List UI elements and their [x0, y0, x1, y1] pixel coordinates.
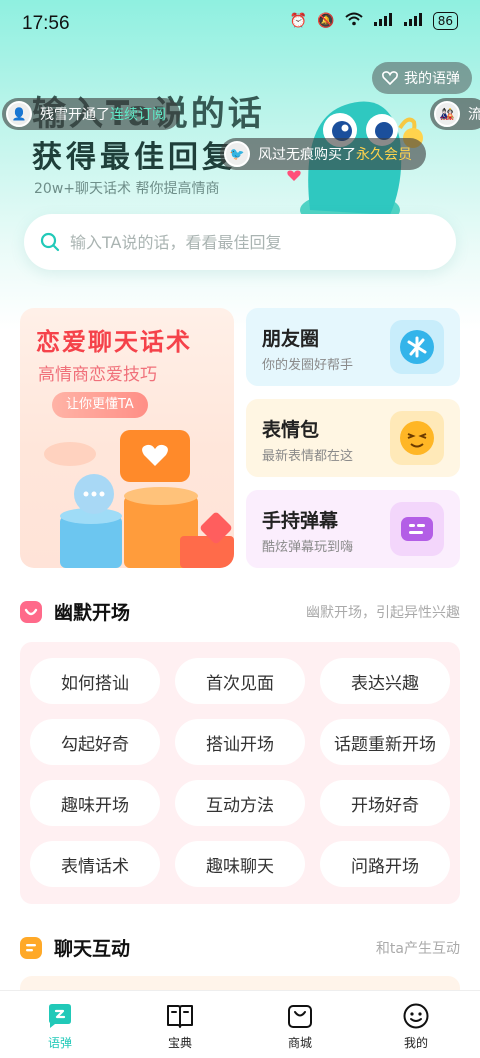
moments-subtitle: 你的发圈好帮手 — [262, 358, 354, 373]
section-title: 聊天互动 — [54, 938, 131, 960]
tag-button[interactable]: 开场好奇 — [320, 780, 450, 826]
love-chat-card[interactable]: 恋爱聊天话术 高情商恋爱技巧 让你更懂TA — [20, 308, 234, 568]
ticker-highlight: 连续订阅 — [110, 107, 166, 123]
bottom-nav: 语弹 宝典 商城 我的 — [0, 990, 480, 1058]
nav-label: 商城 — [287, 1036, 312, 1050]
tag-button[interactable]: 表情话术 — [30, 841, 160, 887]
smiley-face-icon — [403, 1003, 429, 1029]
status-icons: ⏰ 🔕 86 — [290, 12, 458, 30]
stickers-subtitle: 最新表情都在这 — [262, 449, 354, 464]
nav-label: 语弹 — [47, 1036, 72, 1050]
alarm-icon: ⏰ — [289, 13, 308, 29]
tag-button[interactable]: 首次见面 — [175, 658, 305, 704]
purchase-ticker: 👤 残雪开通了 连续订阅 — [2, 98, 180, 130]
tag-button[interactable]: 互动方法 — [175, 780, 305, 826]
stickers-title: 表情包 — [262, 419, 320, 441]
book-icon — [167, 1005, 193, 1028]
ticker-text: 残雪开通了 — [40, 107, 110, 123]
my-danmu-button[interactable]: 我的语弹 — [372, 62, 472, 94]
love-chat-pill: 让你更懂TA — [52, 392, 148, 418]
search-input[interactable] — [70, 232, 430, 252]
purchase-ticker: 🎎 流 — [430, 98, 480, 130]
chat-section-panel — [20, 976, 460, 990]
section-header-humor: 幽默开场 幽默开场，引起异性兴趣 — [20, 598, 460, 628]
nav-item-shop[interactable]: 商城 — [260, 1001, 340, 1051]
purchase-ticker: 🐦 风过无痕购买了 永久会员 — [220, 138, 426, 170]
tag-button[interactable]: 勾起好奇 — [30, 719, 160, 765]
user-avatar: 👤 — [6, 101, 32, 127]
tag-button[interactable]: 问路开场 — [320, 841, 450, 887]
section-desc: 和ta产生互动 — [375, 941, 460, 957]
heart-outline-icon — [382, 71, 398, 85]
handheld-danmu-subtitle: 酷炫弹幕玩到嗨 — [262, 540, 354, 555]
battery-indicator: 86 — [432, 12, 458, 30]
nav-label: 我的 — [403, 1036, 428, 1050]
moments-title: 朋友圈 — [262, 328, 320, 350]
shopping-bag-icon — [288, 1005, 312, 1028]
status-bar: 17:56 ⏰ 🔕 86 — [0, 0, 480, 48]
tag-button[interactable]: 表达兴趣 — [320, 658, 450, 704]
smile-section-icon — [20, 601, 42, 623]
nav-item-baodian[interactable]: 宝典 — [140, 1001, 220, 1051]
status-time: 17:56 — [22, 13, 70, 34]
search-icon — [40, 232, 60, 252]
user-avatar: 🎎 — [434, 101, 460, 127]
handheld-danmu-title: 手持弹幕 — [262, 510, 339, 532]
wifi-icon — [345, 12, 363, 30]
love-chat-title: 恋爱聊天话术 — [36, 328, 192, 356]
emoji-face-icon — [390, 411, 444, 465]
tag-button[interactable]: 趣味开场 — [30, 780, 160, 826]
chat-bubble-icon — [49, 1004, 71, 1028]
signal-icon-2 — [403, 12, 423, 30]
moments-card[interactable]: 朋友圈 你的发圈好帮手 — [246, 308, 460, 386]
my-danmu-label: 我的语弹 — [404, 71, 460, 87]
search-bar[interactable] — [24, 214, 456, 270]
moments-icon — [390, 320, 444, 374]
nav-label: 宝典 — [167, 1036, 192, 1050]
ticker-highlight: 永久会员 — [356, 147, 412, 163]
tag-button[interactable]: 搭讪开场 — [175, 719, 305, 765]
hero-headline-2: 获得最佳回复 — [32, 140, 236, 175]
chat-podium-illustration — [44, 430, 234, 568]
user-avatar: 🐦 — [224, 141, 250, 167]
section-desc: 幽默开场，引起异性兴趣 — [306, 605, 460, 621]
stickers-card[interactable]: 表情包 最新表情都在这 — [246, 399, 460, 477]
section-title: 幽默开场 — [54, 602, 131, 624]
tag-button[interactable]: 趣味聊天 — [175, 841, 305, 887]
handheld-danmu-card[interactable]: 手持弹幕 酷炫弹幕玩到嗨 — [246, 490, 460, 568]
nav-item-mine[interactable]: 我的 — [376, 1001, 456, 1051]
section-header-chat: 聊天互动 和ta产生互动 — [20, 934, 460, 964]
signal-icon — [373, 12, 393, 30]
love-chat-subtitle: 高情商恋爱技巧 — [38, 365, 157, 385]
ticker-text: 风过无痕购买了 — [258, 147, 356, 163]
hero-subtitle: 20w+聊天话术 帮你提高情商 — [34, 181, 220, 197]
ticker-text: 流 — [468, 107, 480, 123]
mute-icon: 🔕 — [317, 13, 335, 29]
humor-tag-panel: 如何搭讪 首次见面 表达兴趣 勾起好奇 搭讪开场 话题重新开场 趣味开场 互动方… — [20, 642, 460, 904]
heart-decoration-icon — [287, 170, 301, 181]
tag-button[interactable]: 如何搭讪 — [30, 658, 160, 704]
danmu-screen-icon — [390, 502, 444, 556]
tag-button[interactable]: 话题重新开场 — [320, 719, 450, 765]
nav-item-yudan[interactable]: 语弹 — [20, 1001, 100, 1051]
chat-lines-section-icon — [20, 937, 42, 959]
